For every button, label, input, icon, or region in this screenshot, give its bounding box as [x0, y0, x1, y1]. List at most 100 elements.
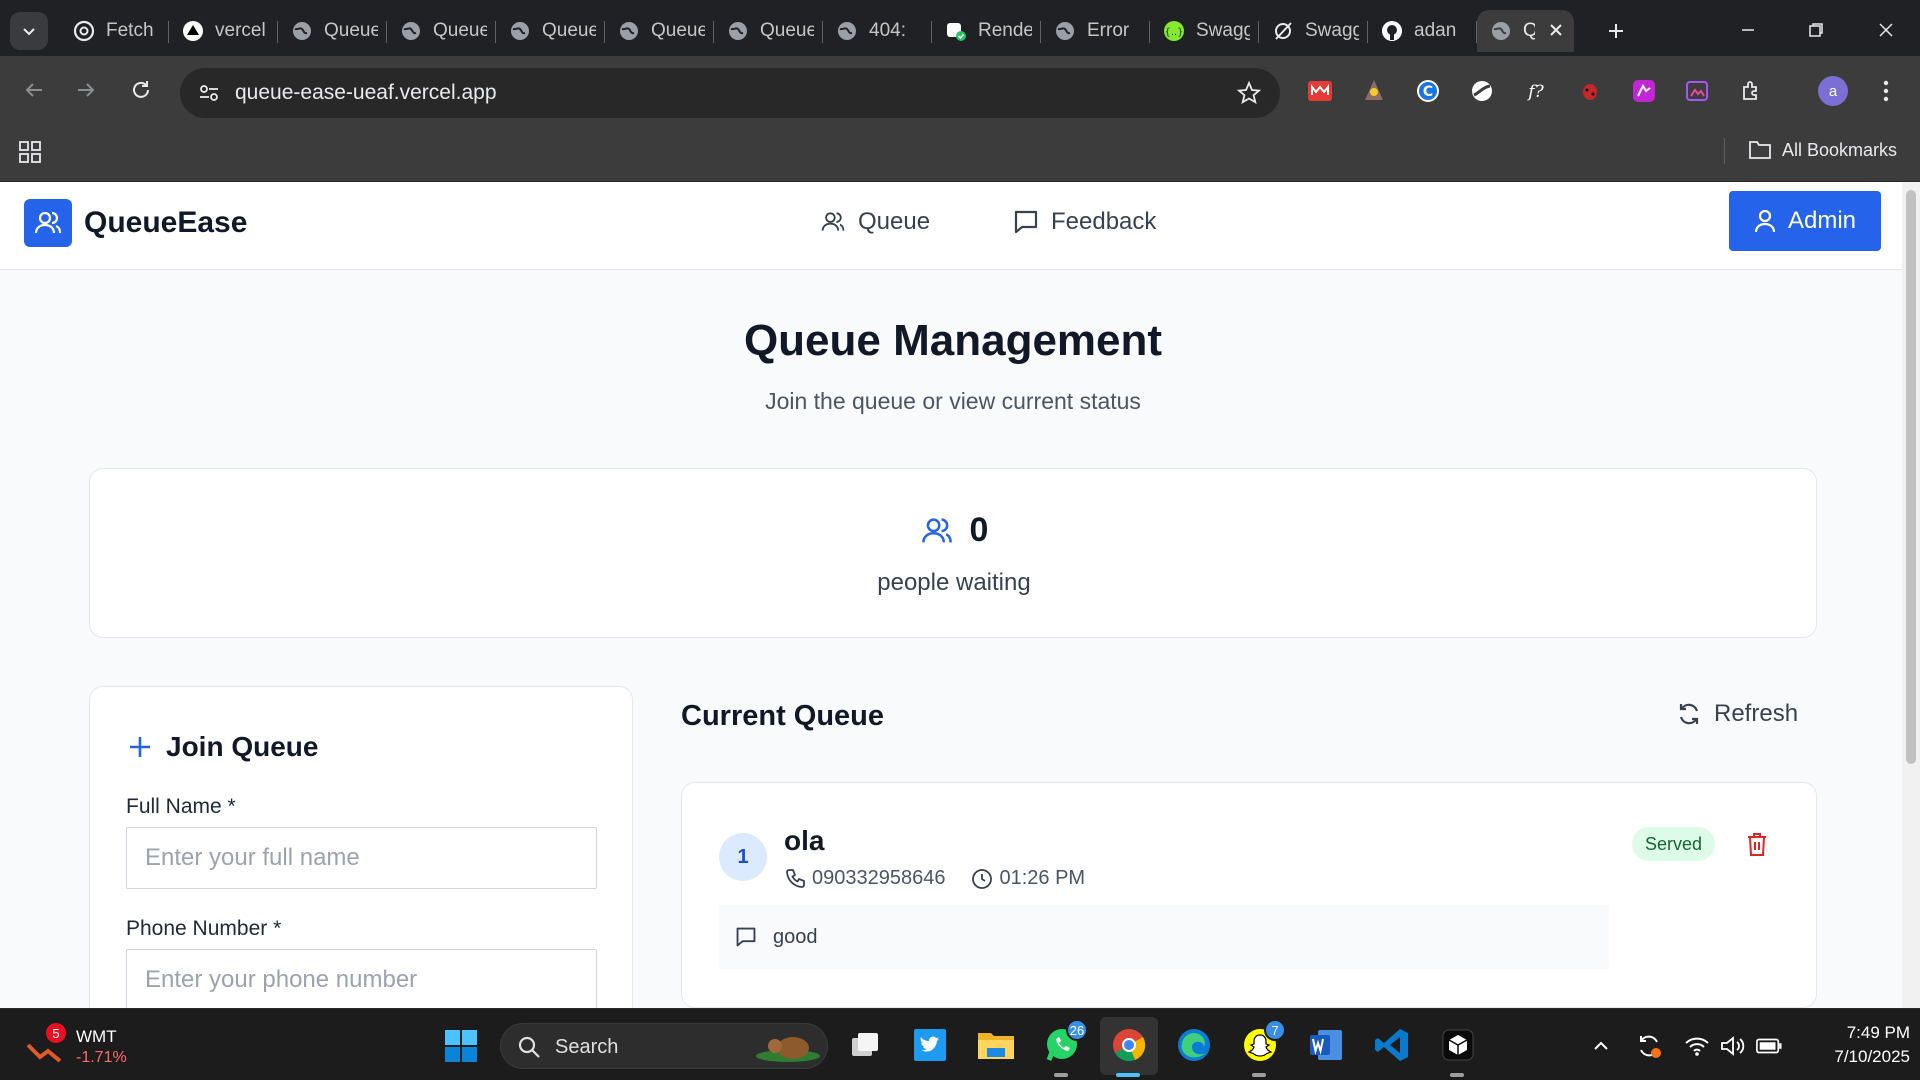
- queue-entry-phone: 090332958646: [812, 867, 946, 889]
- taskbar-app-chrome[interactable]: [1109, 1025, 1149, 1065]
- star-icon[interactable]: [1236, 80, 1262, 106]
- taskbar-app-edge[interactable]: [1174, 1025, 1214, 1065]
- tab-title: Fetch: [106, 20, 154, 41]
- volume-button[interactable]: [1720, 1033, 1746, 1059]
- tab[interactable]: Queue: [387, 10, 496, 52]
- extension-icon[interactable]: f?: [1522, 77, 1550, 105]
- close-window-button[interactable]: [1866, 12, 1906, 48]
- taskbar-search[interactable]: Search: [500, 1023, 828, 1069]
- tab[interactable]: Queue: [496, 10, 605, 52]
- tab[interactable]: vercel: [169, 10, 278, 52]
- tab-search-button[interactable]: [10, 12, 48, 50]
- nav-feedback-link[interactable]: Feedback: [1013, 208, 1156, 236]
- waiting-label: people waiting: [877, 569, 1031, 596]
- tab[interactable]: 404:: [823, 10, 932, 52]
- site-settings-icon[interactable]: [194, 78, 224, 108]
- new-tab-button[interactable]: [1599, 14, 1633, 48]
- plus-icon: [1609, 24, 1623, 38]
- restore-button[interactable]: [1796, 12, 1836, 48]
- task-view-button[interactable]: [846, 1025, 886, 1065]
- tab[interactable]: Swagger: [1259, 10, 1368, 52]
- admin-label: Admin: [1787, 207, 1857, 234]
- start-button[interactable]: [444, 1029, 478, 1063]
- back-button[interactable]: [16, 72, 52, 108]
- extension-icon[interactable]: [1468, 77, 1496, 105]
- reload-button[interactable]: [123, 72, 159, 108]
- extension-icon[interactable]: [1306, 77, 1334, 105]
- restore-icon: [1809, 23, 1823, 37]
- battery-icon: [1756, 1038, 1782, 1054]
- tab[interactable]: {..} Swagger: [1150, 10, 1259, 52]
- close-icon: [1879, 23, 1893, 37]
- snapchat-badge: 7: [1264, 1019, 1286, 1041]
- bug-icon[interactable]: [1576, 77, 1604, 105]
- apps-grid-icon[interactable]: [18, 140, 42, 164]
- battery-button[interactable]: [1756, 1033, 1782, 1059]
- full-name-input[interactable]: [126, 827, 597, 889]
- waiting-count-row: 0: [90, 511, 1818, 550]
- tab[interactable]: Render: [932, 10, 1041, 52]
- queue-entry-feedback: good: [719, 905, 1609, 969]
- users-icon: [921, 517, 952, 542]
- tab-title: Queue: [760, 20, 814, 41]
- logo[interactable]: [24, 199, 72, 247]
- extension-icon[interactable]: [1360, 77, 1388, 105]
- extension-icon[interactable]: [1630, 77, 1658, 105]
- taskbar-app-vscode[interactable]: [1372, 1025, 1412, 1065]
- vscode-icon: [1375, 1029, 1408, 1061]
- globe-icon: [508, 19, 532, 43]
- nav-feedback-label: Feedback: [1051, 208, 1157, 235]
- nav-queue-link[interactable]: Queue: [820, 208, 930, 236]
- address-bar[interactable]: queue-ease-ueaf.vercel.app: [180, 68, 1280, 118]
- taskbar-app-snapchat[interactable]: 7: [1240, 1019, 1286, 1065]
- tab[interactable]: Queue: [714, 10, 823, 52]
- page-scrollbar[interactable]: [1902, 182, 1920, 1008]
- taskbar-app-terminal[interactable]: [1438, 1025, 1478, 1065]
- svg-text:{..}: {..}: [1164, 27, 1183, 38]
- chevron-up-icon: [1594, 1041, 1608, 1050]
- tab[interactable]: adan: [1368, 10, 1477, 52]
- extension-icon[interactable]: [1684, 77, 1712, 105]
- browser-tabstrip: Fetch vercel Queue Queue Queue Queue Que…: [0, 0, 1920, 60]
- admin-button[interactable]: Admin: [1729, 191, 1881, 251]
- scrollbar-thumb[interactable]: [1906, 190, 1916, 764]
- show-hidden-icons-button[interactable]: [1588, 1033, 1614, 1059]
- sync-status-button[interactable]: [1636, 1033, 1662, 1059]
- tab[interactable]: Queue: [605, 10, 714, 52]
- word-icon: [1310, 1030, 1342, 1060]
- taskbar-app-whatsapp[interactable]: 26: [1042, 1019, 1088, 1065]
- extensions-puzzle-icon[interactable]: [1738, 77, 1766, 105]
- refresh-button[interactable]: Refresh: [1676, 700, 1798, 728]
- wifi-button[interactable]: [1684, 1033, 1710, 1059]
- all-bookmarks-button[interactable]: All Bookmarks: [1748, 139, 1897, 161]
- svg-text:C: C: [1423, 84, 1433, 100]
- phone-number-input[interactable]: [126, 949, 597, 1008]
- close-icon[interactable]: [1546, 20, 1566, 40]
- extension-icon[interactable]: C: [1414, 77, 1442, 105]
- whatsapp-badge: 26: [1066, 1019, 1088, 1041]
- wifi-icon: [1685, 1037, 1709, 1056]
- minimize-button[interactable]: [1728, 12, 1768, 48]
- reload-icon: [133, 81, 149, 98]
- taskbar-app-file-explorer[interactable]: [976, 1025, 1016, 1065]
- brand-name[interactable]: QueueEase: [84, 206, 247, 240]
- tab-title: Error: [1087, 20, 1130, 41]
- delete-button[interactable]: [1742, 829, 1772, 859]
- taskbar-app-word[interactable]: [1306, 1025, 1346, 1065]
- swagger-icon: {..}: [1162, 19, 1186, 43]
- tab-active[interactable]: Q: [1477, 10, 1574, 52]
- tab[interactable]: Queue: [278, 10, 387, 52]
- tab[interactable]: Fetch: [60, 10, 169, 52]
- kebab-menu-icon[interactable]: [1872, 77, 1900, 105]
- user-icon: [1754, 209, 1776, 233]
- taskbar-clock[interactable]: 7:49 PM 7/10/2025: [1800, 1021, 1910, 1069]
- taskbar-app-twitter[interactable]: [910, 1025, 950, 1065]
- tab[interactable]: Error: [1041, 10, 1150, 52]
- stock-widget[interactable]: 5 WMT -1.71%: [26, 1023, 136, 1069]
- profile-avatar[interactable]: a: [1818, 76, 1848, 106]
- queue-position: 1: [719, 833, 767, 881]
- forward-button[interactable]: [68, 72, 104, 108]
- running-indicator: [1450, 1073, 1464, 1077]
- refresh-label: Refresh: [1714, 700, 1799, 727]
- browser-toolbar: queue-ease-ueaf.vercel.app C f? a: [0, 56, 1920, 126]
